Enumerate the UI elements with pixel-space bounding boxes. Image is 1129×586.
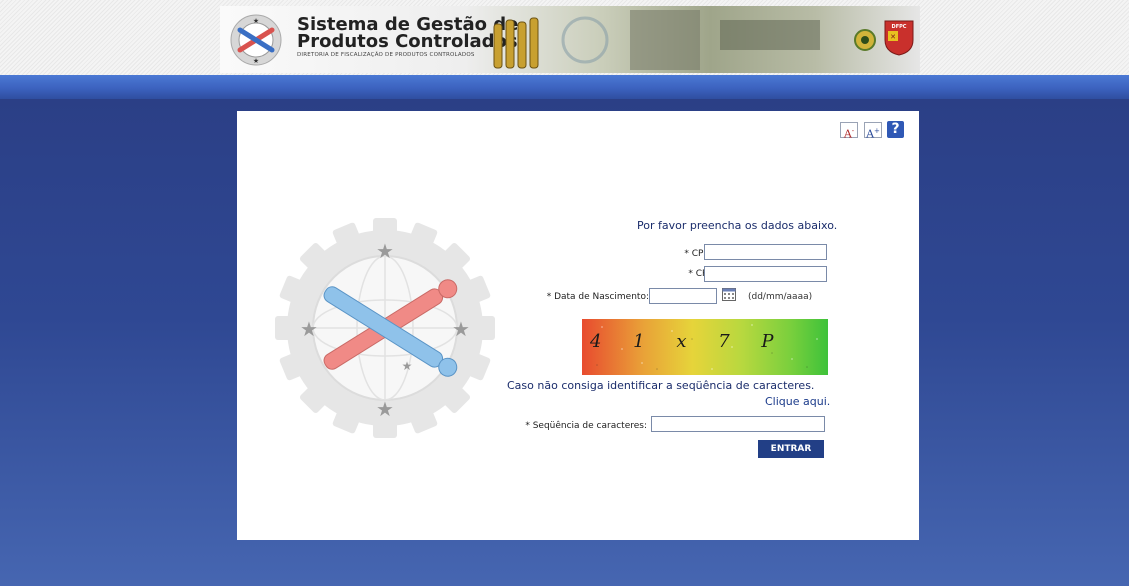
sequence-input[interactable]	[651, 416, 825, 432]
cr-input[interactable]	[704, 266, 827, 282]
dfpc-shield-icon: DFPC ✕	[884, 20, 914, 56]
sequence-label: * Seqüência de caracteres:	[525, 421, 647, 431]
header-banner-area: ★ ★ Sistema de Gestão de Produtos Contro…	[0, 0, 1129, 75]
birthdate-input[interactable]	[649, 288, 717, 304]
cpf-input[interactable]	[704, 244, 827, 260]
font-decrease-button[interactable]: A-	[840, 122, 858, 141]
svg-text:★: ★	[376, 239, 394, 263]
svg-text:★: ★	[376, 397, 394, 421]
help-icon[interactable]: ?	[887, 121, 904, 138]
navigation-strip	[0, 75, 1129, 99]
svg-text:★: ★	[452, 317, 470, 341]
system-subtitle: DIRETORIA DE FISCALIZAÇÃO DE PRODUTOS CO…	[297, 52, 475, 58]
svg-text:★: ★	[300, 317, 318, 341]
font-increase-sign: +	[874, 127, 880, 135]
font-decrease-label: A	[843, 127, 852, 141]
banner-photo-collage	[493, 10, 820, 70]
form-intro-text: Por favor preencha os dados abaixo.	[637, 219, 838, 232]
cr-label: * CR:	[688, 269, 711, 279]
army-emblem-icon	[854, 29, 876, 51]
crossed-cannons-logo-icon: ★ ★ ★ ★ ★	[275, 218, 495, 438]
svg-text:★: ★	[253, 57, 259, 65]
captcha-refresh-link[interactable]: Clique aqui.	[765, 395, 830, 408]
login-panel: A- A+ ? ★ ★ ★ ★ ★ Por favor preencha os …	[237, 111, 919, 540]
font-increase-label: A	[866, 127, 875, 141]
system-title-line2: Produtos Controlados	[297, 31, 518, 52]
font-decrease-sign: -	[851, 127, 855, 135]
captcha-text: 4 1 x 7 P	[590, 331, 787, 352]
captcha-image: 4 1 x 7 P	[582, 319, 828, 375]
header-banner: ★ ★ Sistema de Gestão de Produtos Contro…	[220, 6, 920, 73]
cpf-label: * CPF:	[684, 249, 711, 259]
system-title: Sistema de Gestão de Produtos Controlado…	[297, 16, 518, 52]
date-format-hint: (dd/mm/aaaa)	[748, 292, 813, 302]
calendar-icon[interactable]	[722, 288, 736, 301]
birthdate-label: * Data de Nascimento:	[546, 292, 649, 302]
dfpc-badge-text: DFPC	[892, 24, 907, 30]
captcha-hint-text: Caso não consiga identificar a seqüência…	[507, 379, 815, 392]
svg-text:✕: ✕	[890, 33, 896, 41]
svg-text:★: ★	[402, 359, 413, 373]
system-logo-icon: ★ ★	[230, 14, 282, 66]
enter-button[interactable]: ENTRAR	[758, 440, 824, 458]
font-increase-button[interactable]: A+	[864, 122, 882, 141]
svg-text:★: ★	[253, 17, 259, 25]
